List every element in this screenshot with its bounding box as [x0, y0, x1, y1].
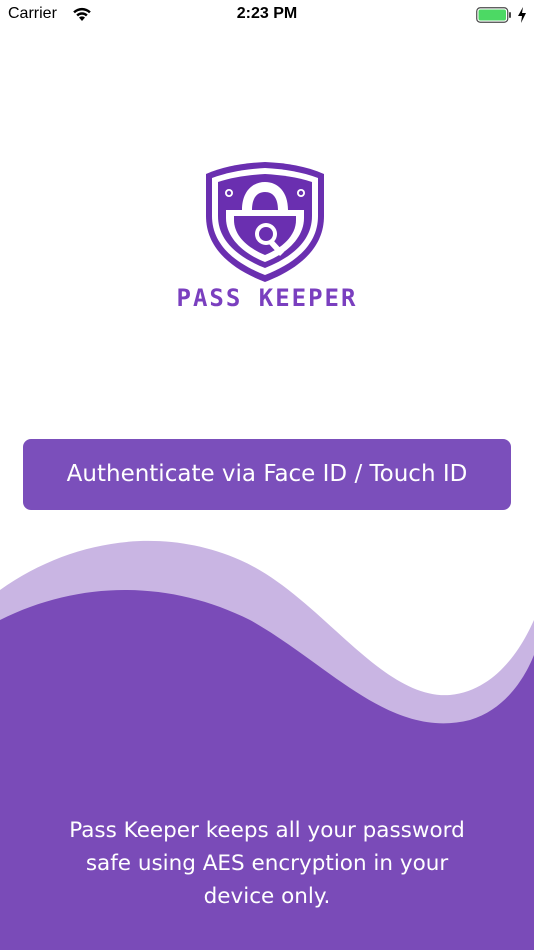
app-description: Pass Keeper keeps all your password safe… [20, 814, 514, 913]
shield-lock-icon [206, 162, 324, 282]
charging-icon [518, 7, 526, 23]
description-line-2: safe using AES encryption in your [85, 851, 449, 876]
battery-icon [476, 7, 511, 23]
description-line-3: device only. [203, 884, 331, 909]
status-time: 2:23 PM [236, 5, 298, 22]
description-line-1: Pass Keeper keeps all your password [69, 818, 465, 843]
app-logo: PASS KEEPER [0, 158, 534, 318]
login-screen: Carrier 2:23 PM PASS KEEPER Authenticate… [0, 0, 534, 950]
logo-text: PASS KEEPER [176, 284, 358, 312]
status-bar: Carrier 2:23 PM [0, 0, 534, 30]
authenticate-button[interactable]: Authenticate via Face ID / Touch ID [23, 439, 511, 510]
